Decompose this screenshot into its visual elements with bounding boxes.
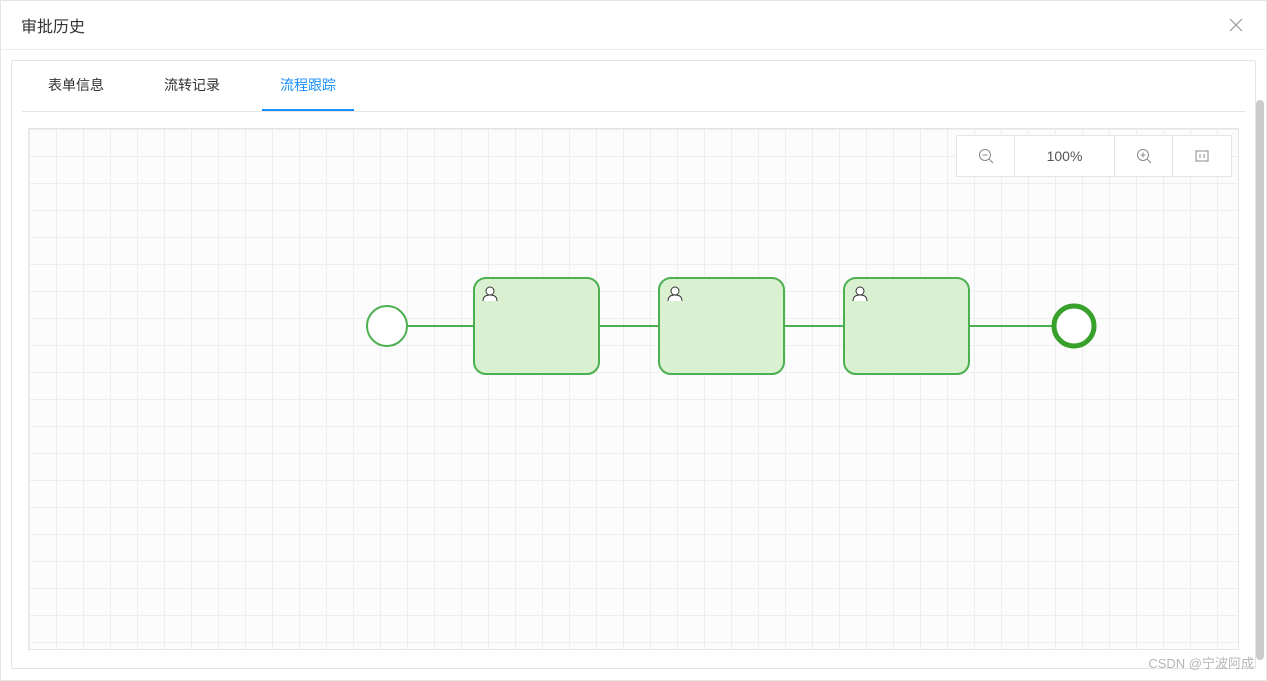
tab-flow-record[interactable]: 流转记录 xyxy=(146,61,238,111)
user-task-node[interactable] xyxy=(844,278,969,374)
user-task-node[interactable] xyxy=(659,278,784,374)
content-wrapper: 表单信息 流转记录 流程跟踪 100% xyxy=(1,50,1266,679)
end-event[interactable] xyxy=(1054,306,1094,346)
tab-form-info[interactable]: 表单信息 xyxy=(30,61,122,111)
inner-panel: 表单信息 流转记录 流程跟踪 100% xyxy=(11,60,1256,669)
bpmn-diagram xyxy=(29,129,1238,649)
user-task-node[interactable] xyxy=(474,278,599,374)
approval-history-modal: 审批历史 表单信息 流转记录 流程跟踪 xyxy=(0,0,1267,681)
close-button[interactable] xyxy=(1226,15,1246,35)
tab-process-track[interactable]: 流程跟踪 xyxy=(262,61,354,111)
close-icon xyxy=(1228,17,1244,33)
tab-bar: 表单信息 流转记录 流程跟踪 xyxy=(22,61,1245,112)
modal-header: 审批历史 xyxy=(1,1,1266,50)
start-event[interactable] xyxy=(367,306,407,346)
modal-title: 审批历史 xyxy=(21,13,85,37)
vertical-scrollbar[interactable] xyxy=(1256,100,1264,660)
process-canvas[interactable]: 100% xyxy=(28,128,1239,650)
